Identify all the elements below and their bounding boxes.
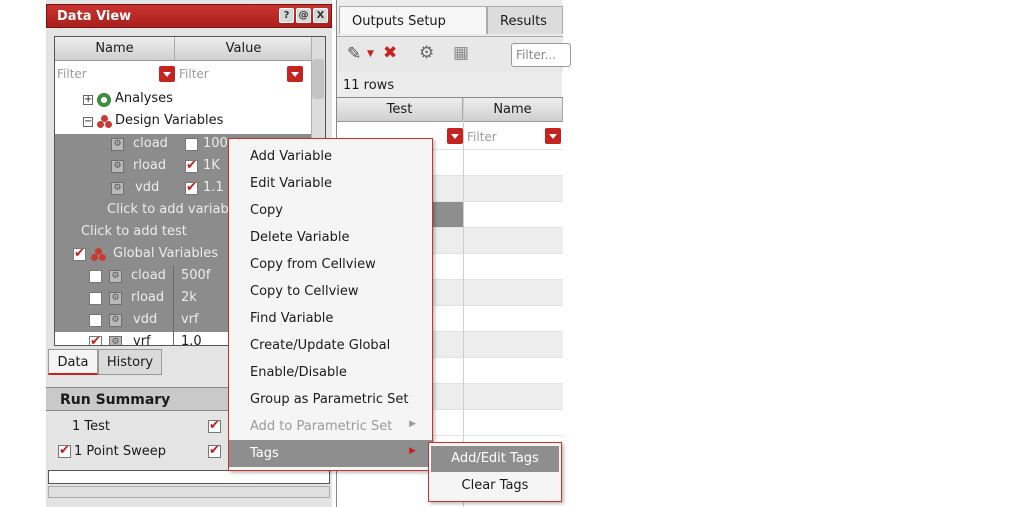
data-view-title-bar: Data View ? @ X <box>46 4 332 28</box>
tree-item-label: Design Variables <box>115 113 224 128</box>
enable-checkbox[interactable] <box>89 292 102 305</box>
settings-icon[interactable]: ⚙ <box>419 43 434 63</box>
data-view-title: Data View <box>57 9 132 24</box>
menu-item-add-variable[interactable]: Add Variable <box>229 143 432 170</box>
submenu-arrow-icon: ▶ <box>409 446 416 456</box>
var-value: 1.0 <box>181 334 202 346</box>
variables-icon <box>91 248 107 262</box>
test-filter-dropdown-icon[interactable] <box>447 128 463 144</box>
enable-checkbox[interactable] <box>185 180 198 195</box>
outputs-filter-input[interactable]: Filter... <box>511 43 571 67</box>
submenu-arrow-icon: ▶ <box>409 419 416 429</box>
context-menu: Add Variable Edit Variable Copy Delete V… <box>228 138 433 471</box>
variable-icon: ⚙ <box>111 138 124 151</box>
enable-checkbox[interactable] <box>89 314 102 327</box>
variables-icon <box>97 115 113 129</box>
variable-icon: ⚙ <box>111 182 124 195</box>
horizontal-scrollbar[interactable] <box>48 486 330 498</box>
var-name: vrf <box>133 334 151 346</box>
dropdown-icon[interactable]: ▼ <box>367 49 374 59</box>
menu-item-find-variable[interactable]: Find Variable <box>229 305 432 332</box>
test-column-header[interactable]: Test <box>337 98 463 122</box>
tab-data[interactable]: Data <box>48 349 98 375</box>
menu-item-label: Add to Parametric Set <box>250 419 393 434</box>
menu-item-create-update-global[interactable]: Create/Update Global <box>229 332 432 359</box>
menu-item-edit-variable[interactable]: Edit Variable <box>229 170 432 197</box>
collapse-icon[interactable]: − <box>83 117 93 127</box>
point-sweep-checkbox[interactable] <box>58 443 71 458</box>
delete-icon[interactable]: ✖ <box>383 43 397 63</box>
outputs-toolbar: ✎ ▼ ✖ ⚙ ▦ Filter... <box>337 36 571 72</box>
help-button[interactable]: ? <box>279 8 294 23</box>
var-name: vdd <box>135 180 160 195</box>
run-summary-checkbox[interactable] <box>208 443 221 458</box>
table-view-icon[interactable]: ▦ <box>453 43 469 63</box>
menu-item-copy-to-cellview[interactable]: Copy to Cellview <box>229 278 432 305</box>
variable-icon: ⚙ <box>109 292 122 305</box>
enable-checkbox[interactable] <box>89 270 102 283</box>
name-filter-input[interactable]: Filter <box>467 130 497 144</box>
var-value: 1K <box>203 158 220 173</box>
menu-item-clear-tags[interactable]: Clear Tags <box>431 473 559 499</box>
var-name: vdd <box>133 312 158 327</box>
enable-checkbox[interactable] <box>185 158 198 173</box>
click-to-add-test: Click to add test <box>81 224 187 239</box>
menu-item-add-to-parametric-set[interactable]: Add to Parametric Set ▶ <box>229 413 432 440</box>
menu-item-add-edit-tags[interactable]: Add/Edit Tags <box>431 446 559 472</box>
tags-submenu: Add/Edit Tags Clear Tags <box>428 442 562 502</box>
tree-item-analyses[interactable]: + Analyses <box>55 89 313 111</box>
var-value: 500f <box>181 268 211 283</box>
tab-results[interactable]: Results <box>487 6 563 34</box>
name-filter-dropdown-icon[interactable] <box>545 128 561 144</box>
var-name: cload <box>131 268 166 283</box>
menu-item-copy[interactable]: Copy <box>229 197 432 224</box>
var-name: rload <box>133 158 167 173</box>
menu-item-group-parametric-set[interactable]: Group as Parametric Set <box>229 386 432 413</box>
var-value: 2k <box>181 290 197 305</box>
variable-icon: ⚙ <box>109 336 122 345</box>
enable-checkbox[interactable] <box>185 138 198 151</box>
tree-item-label: Global Variables <box>113 246 219 261</box>
name-column-header[interactable]: Name <box>463 98 563 122</box>
column-divider <box>173 266 174 345</box>
variable-icon: ⚙ <box>109 314 122 327</box>
name-filter-dropdown-icon[interactable] <box>159 66 175 82</box>
run-summary-sweep: 1 Point Sweep <box>74 444 166 459</box>
run-summary-checkbox[interactable] <box>208 418 221 433</box>
click-to-add-variable: Click to add variab <box>107 202 229 217</box>
enable-checkbox[interactable] <box>73 246 86 261</box>
enable-checkbox[interactable] <box>89 334 102 345</box>
menu-item-label: Tags <box>250 446 279 461</box>
menu-item-delete-variable[interactable]: Delete Variable <box>229 224 432 251</box>
var-name: rload <box>131 290 165 305</box>
var-value: 1.1 <box>203 180 224 195</box>
variable-icon: ⚙ <box>109 270 122 283</box>
row-count: 11 rows <box>343 78 395 93</box>
tree-item-design-variables[interactable]: − Design Variables <box>55 111 313 133</box>
var-value: 100 <box>203 136 228 151</box>
run-summary-tests: 1 Test <box>72 419 111 434</box>
value-filter-input[interactable]: Filter <box>177 64 287 86</box>
tab-history[interactable]: History <box>98 349 162 375</box>
add-output-icon[interactable]: ✎ <box>347 44 361 64</box>
variable-icon: ⚙ <box>111 160 124 173</box>
tree-item-label: Analyses <box>115 91 173 106</box>
scroll-thumb[interactable] <box>312 59 324 99</box>
name-filter-input[interactable]: Filter <box>55 64 159 86</box>
close-button[interactable]: X <box>313 8 328 23</box>
detach-button[interactable]: @ <box>296 8 311 23</box>
run-summary-box <box>48 470 330 484</box>
value-column-header[interactable]: Value <box>175 37 313 61</box>
analyses-icon <box>97 93 111 107</box>
menu-item-enable-disable[interactable]: Enable/Disable <box>229 359 432 386</box>
menu-item-tags[interactable]: Tags ▶ <box>229 440 432 467</box>
value-filter-dropdown-icon[interactable] <box>287 66 303 82</box>
selected-cell[interactable] <box>433 202 463 227</box>
menu-item-copy-from-cellview[interactable]: Copy from Cellview <box>229 251 432 278</box>
var-value: vrf <box>181 312 199 327</box>
tab-outputs-setup[interactable]: Outputs Setup <box>339 6 487 34</box>
name-column-header[interactable]: Name <box>55 37 175 61</box>
var-name: cload <box>133 136 168 151</box>
expand-icon[interactable]: + <box>83 95 93 105</box>
